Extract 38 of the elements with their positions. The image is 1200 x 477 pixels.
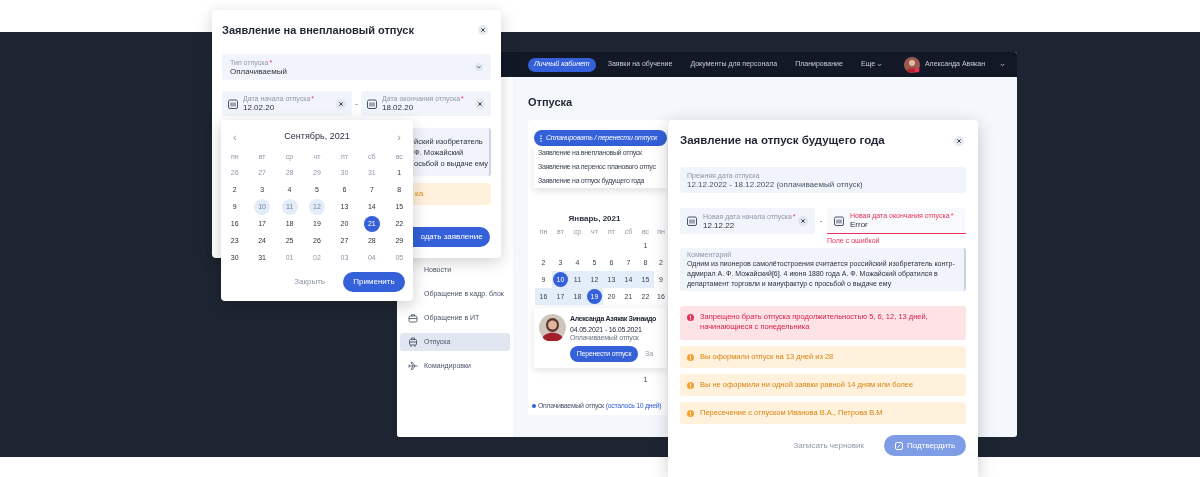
calendar-icon[interactable] (834, 215, 844, 226)
warning-icon (687, 353, 694, 361)
clear-icon[interactable] (798, 216, 808, 226)
separator-text: - (354, 97, 359, 110)
clear-icon[interactable] (336, 98, 346, 109)
error-icon (687, 314, 694, 321)
calendar-icon[interactable] (228, 98, 238, 109)
field-value: Оплачиваемый (230, 67, 287, 76)
plane-icon (408, 361, 418, 371)
page-title: Отпуска (528, 95, 574, 109)
calendar-icon[interactable] (687, 216, 697, 226)
warning-icon (687, 381, 694, 389)
field-value: 12.12.2022 - 18.12.2022 (оплачиваемый отпуск) (687, 180, 864, 189)
field-value: 12.02.20 (243, 104, 276, 112)
apply-button[interactable]: Применить (343, 272, 405, 292)
clear-icon[interactable] (475, 98, 485, 109)
briefcase-icon (408, 313, 418, 323)
modal-title: Заявление на отпуск будущего года (680, 132, 885, 148)
field-value: 12.12.22 (703, 221, 735, 230)
avatar (903, 56, 920, 73)
chevron-down-icon[interactable] (1000, 62, 1005, 67)
month-title: Сентябрь, 2021 (284, 130, 350, 144)
calendar-icon[interactable] (367, 98, 377, 109)
close-icon[interactable] (954, 135, 964, 146)
submit-button[interactable]: одать заявление (413, 227, 490, 247)
alert-text: ка (415, 188, 424, 200)
field-value: Error (850, 221, 869, 229)
month-title: Январь, 2021 (567, 213, 622, 225)
warning-icon (687, 409, 694, 417)
modal-title: Заявление на внеплановый отпуск (222, 22, 414, 38)
close-icon[interactable] (478, 25, 488, 35)
field-value: 18.02.20 (382, 104, 415, 112)
avatar (539, 314, 566, 341)
edit-icon (894, 441, 903, 450)
separator-text: - (818, 215, 824, 227)
suitcase-icon (408, 337, 418, 347)
comment-field[interactable] (680, 248, 966, 291)
chevron-down-icon[interactable] (475, 63, 483, 71)
